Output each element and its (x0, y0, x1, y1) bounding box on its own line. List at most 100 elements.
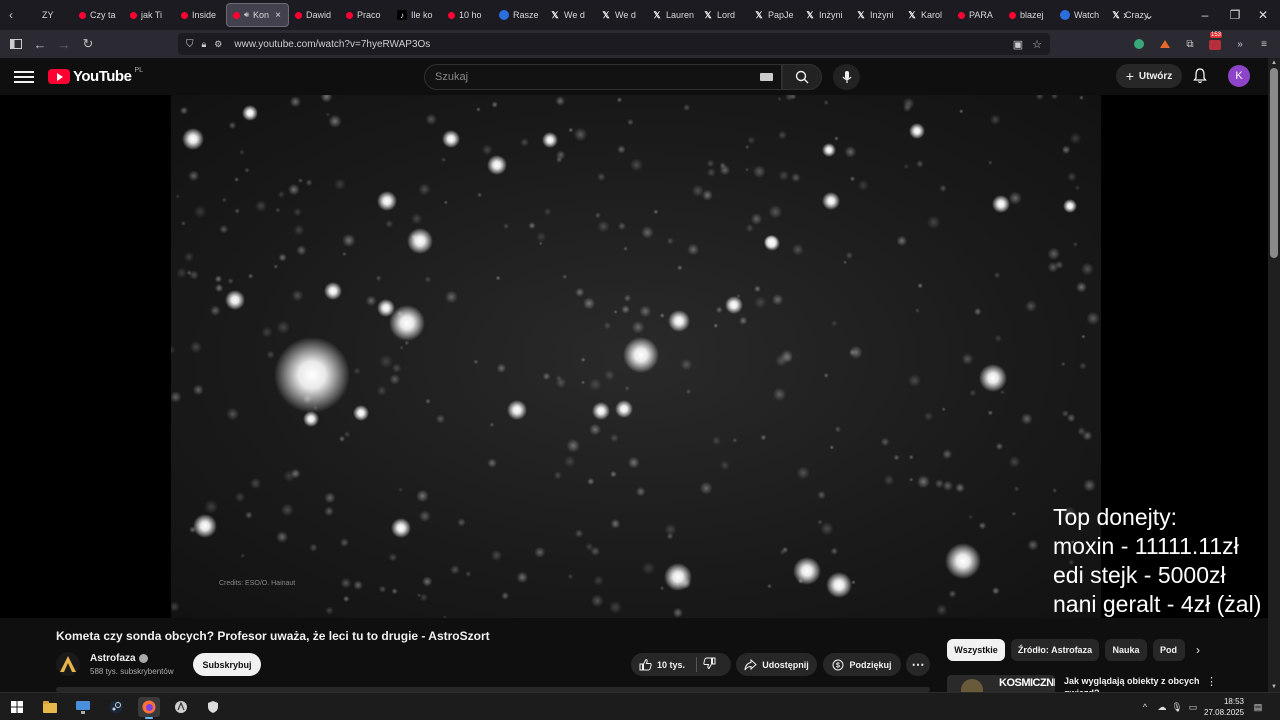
browser-tab[interactable]: PARA (952, 3, 1003, 27)
window-restore-icon[interactable]: ❐ (1224, 0, 1246, 30)
subscribe-button[interactable]: Subskrybuj (193, 653, 261, 676)
menu-icon[interactable] (14, 68, 34, 84)
window-close-icon[interactable]: ✕ (1252, 0, 1274, 30)
bookmark-star-icon[interactable]: ☆ (1027, 33, 1047, 55)
address-bar[interactable]: ⛉ 🔒︎ ⚙ www.youtube.com/watch?v=7hyeRWAP3… (178, 33, 1050, 55)
windows-start-icon[interactable] (6, 697, 28, 717)
browser-tab[interactable]: 𝕏 We d (544, 3, 595, 27)
like-button[interactable]: 10 tys. (639, 658, 685, 671)
browser-tab[interactable]: 𝕏 PapJe (748, 3, 799, 27)
tray-expand-icon[interactable]: ^ (1139, 698, 1151, 716)
extensions-puzzle-icon[interactable]: ⧉ (1182, 36, 1198, 52)
account-avatar[interactable]: K (1228, 65, 1250, 87)
app-icon-shield[interactable] (202, 697, 224, 717)
browser-tab[interactable]: Praco (340, 3, 391, 27)
recommended-title[interactable]: Jak wyglądają obiekty z obcych gwiazd? (1064, 675, 1204, 692)
network-icon[interactable]: ▭ (1186, 698, 1200, 716)
notifications-bell-icon[interactable] (1191, 66, 1209, 86)
chip-science[interactable]: Nauka (1105, 639, 1147, 661)
thanks-button[interactable]: $ Podziękuj (823, 653, 901, 676)
forward-icon[interactable]: → (52, 30, 76, 58)
browser-tab[interactable]: 𝕏 Inżyni (850, 3, 901, 27)
browser-tab[interactable]: Czy ta (73, 3, 124, 27)
tab-title: Rasze (513, 10, 539, 20)
browser-tab[interactable]: Dawid (289, 3, 340, 27)
browser-tab[interactable]: blazej (1003, 3, 1054, 27)
chip-source[interactable]: Źródło: Astrofaza (1011, 639, 1099, 661)
window-minimize-icon[interactable]: – (1194, 0, 1216, 30)
keyboard-icon[interactable] (760, 73, 773, 81)
search-input[interactable]: Szukaj (424, 64, 782, 90)
voice-search-button[interactable] (833, 64, 860, 90)
search-button[interactable] (782, 64, 822, 90)
audio-playing-icon[interactable]: 🔊︎ (244, 10, 249, 20)
browser-tab[interactable]: 𝕏 Inżyni (799, 3, 850, 27)
video-frame[interactable]: Credits: ESO/O. Hainaut (171, 95, 1101, 618)
browser-tab[interactable]: 𝕏 Karol (901, 3, 952, 27)
tabs-scroll-right-icon[interactable]: › (1116, 0, 1134, 30)
picture-in-picture-icon[interactable]: ▣ (1008, 33, 1028, 55)
channel-name[interactable]: Astrofaza (90, 653, 148, 664)
lock-icon[interactable]: 🔒︎ (202, 39, 207, 50)
logo-text: YouTube (73, 68, 132, 85)
steam-icon[interactable] (105, 697, 127, 717)
extension-fox-icon[interactable] (1157, 36, 1173, 52)
more-actions-button[interactable]: ⋯ (906, 653, 930, 676)
scroll-down-icon[interactable]: ▼ (1268, 682, 1280, 692)
browser-tab[interactable]: 𝕏 Lauren (646, 3, 697, 27)
overflow-chevrons-icon[interactable]: » (1232, 36, 1248, 52)
taskbar-clock[interactable]: 18:53 27.08.2025 (1204, 696, 1244, 718)
scroll-up-icon[interactable]: ▲ (1268, 58, 1280, 68)
chip-more[interactable]: Pod (1153, 639, 1185, 661)
youtube-logo[interactable]: YouTube PL (48, 67, 143, 85)
browser-tab[interactable]: ZY (22, 3, 73, 27)
microphone-tray-icon[interactable]: 🎙︎ (1171, 698, 1183, 716)
sidebar-toggle-icon[interactable] (4, 30, 28, 58)
permissions-icon[interactable]: ⚙ (214, 39, 222, 50)
tab-list-dropdown-icon[interactable]: ⌄ (1140, 0, 1158, 30)
faint-star (385, 219, 394, 228)
chips-next-icon[interactable]: › (1190, 642, 1206, 658)
browser-tab[interactable]: Rasze (493, 3, 544, 27)
browser-tab[interactable]: ♪ Ile ko (391, 3, 442, 27)
browser-tab[interactable]: 🔊︎ Kon × (226, 3, 289, 27)
app-menu-icon[interactable]: ≡ (1256, 36, 1272, 52)
scrollbar-thumb[interactable] (1270, 68, 1278, 258)
browser-tab[interactable]: 10 ho (442, 3, 493, 27)
bright-star (324, 282, 342, 300)
donation-line: nani geralt - 4zł (żal) (1053, 591, 1262, 617)
reload-icon[interactable]: ↻ (76, 30, 100, 58)
back-icon[interactable]: ← (28, 30, 52, 58)
faint-star (221, 197, 227, 203)
app-icon-horse[interactable] (170, 697, 192, 717)
notification-center-icon[interactable]: ▤ (1251, 698, 1265, 716)
faint-star (342, 233, 356, 248)
faint-star (754, 296, 767, 309)
file-explorer-icon[interactable] (39, 697, 61, 717)
tab-title: PapJe (768, 10, 794, 20)
tab-close-icon[interactable]: × (275, 10, 281, 21)
share-button[interactable]: Udostępnij (736, 653, 817, 676)
firefox-icon[interactable] (138, 697, 160, 719)
browser-tab[interactable]: 𝕏 Lord (697, 3, 748, 27)
browser-tab[interactable]: Inside (175, 3, 226, 27)
cloud-icon[interactable]: ☁ (1155, 698, 1169, 716)
browser-tab[interactable]: jak Ti (124, 3, 175, 27)
browser-tab[interactable]: Watch (1054, 3, 1105, 27)
shield-icon[interactable]: ⛉ (186, 39, 194, 50)
faint-star (849, 176, 856, 182)
channel-avatar[interactable] (56, 652, 80, 676)
computer-icon[interactable] (72, 697, 94, 717)
recommended-thumbnail[interactable]: KOSMICZNI (947, 675, 1055, 692)
extension-shield-icon[interactable] (1131, 36, 1147, 52)
faint-star (616, 97, 623, 103)
browser-tab[interactable]: 𝕏 We d (595, 3, 646, 27)
extension-badge-icon[interactable]: 153 (1207, 32, 1223, 52)
faint-star (687, 243, 700, 256)
tabs-scroll-left-icon[interactable]: ‹ (0, 0, 22, 30)
page-scrollbar[interactable]: ▲ ▼ (1268, 58, 1280, 692)
chip-all[interactable]: Wszystkie (947, 639, 1005, 661)
create-button[interactable]: + Utwórz (1116, 64, 1182, 88)
dislike-button[interactable] (703, 657, 719, 673)
kebab-menu-icon[interactable]: ⋮ (1206, 675, 1217, 688)
